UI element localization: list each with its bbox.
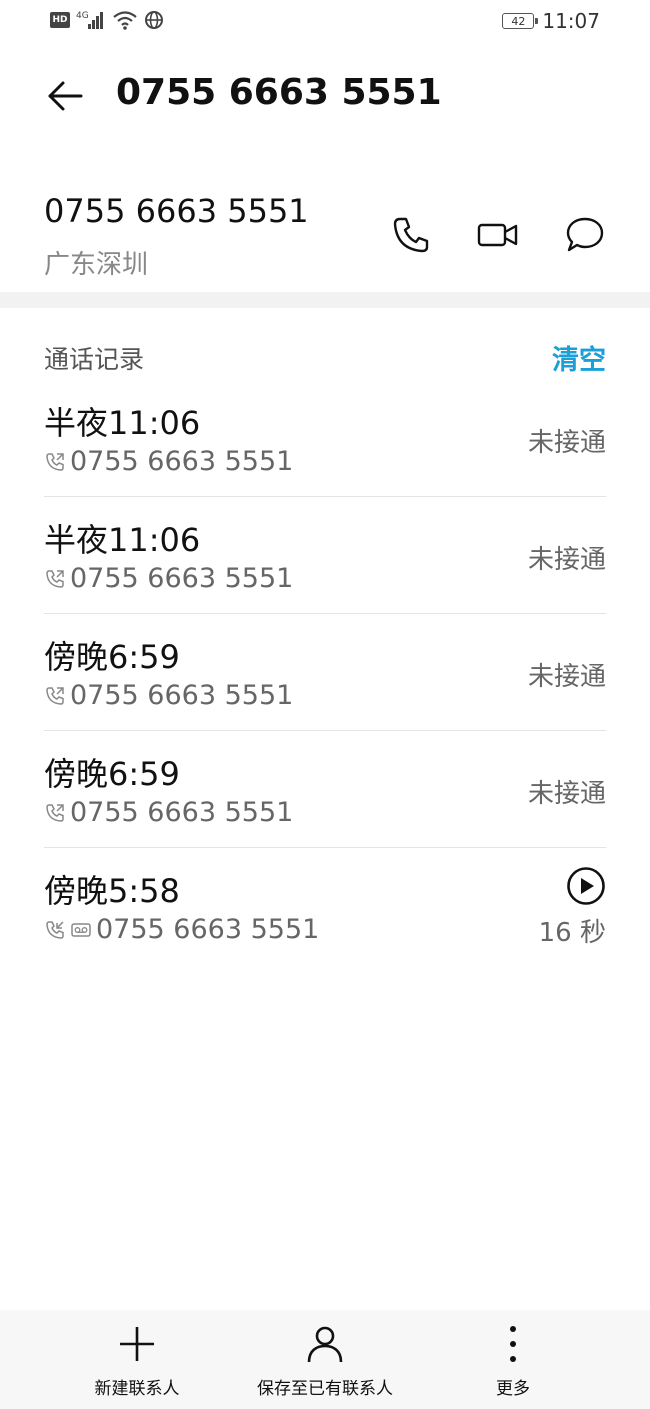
call-log-item[interactable]: 傍晚6:59 0755 6663 5551 未接通 bbox=[44, 731, 606, 848]
clear-button[interactable]: 清空 bbox=[552, 338, 606, 377]
voicemail-icon bbox=[71, 922, 91, 937]
call-time: 半夜11:06 bbox=[44, 521, 201, 559]
call-number: 0755 6663 5551 bbox=[70, 680, 294, 711]
person-icon bbox=[303, 1322, 347, 1366]
call-status: 未接通 bbox=[527, 779, 606, 809]
save-to-existing-label: 保存至已有联系人 bbox=[257, 1379, 393, 1399]
save-to-existing-contact-button[interactable]: 保存至已有联系人 bbox=[225, 1310, 425, 1409]
chat-bubble-icon bbox=[566, 217, 604, 252]
call-status: 未接通 bbox=[527, 662, 606, 692]
page-title: 0755 6663 5551 bbox=[116, 72, 442, 113]
outgoing-call-icon bbox=[46, 452, 64, 471]
call-number: 0755 6663 5551 bbox=[70, 446, 294, 477]
video-camera-icon bbox=[477, 223, 518, 247]
new-contact-button[interactable]: 新建联系人 bbox=[70, 1310, 204, 1409]
call-log-list: 半夜11:06 0755 6663 5551 未接通 半夜11:06 0755 … bbox=[44, 380, 606, 965]
phone-icon bbox=[393, 217, 429, 253]
signal-icon: 4G bbox=[76, 11, 103, 29]
call-log-header: 通话记录 清空 bbox=[0, 332, 650, 382]
new-contact-label: 新建联系人 bbox=[94, 1379, 180, 1399]
contact-card: 0755 6663 5551 广东深圳 bbox=[0, 180, 650, 292]
call-button[interactable] bbox=[386, 210, 436, 260]
outgoing-call-icon bbox=[46, 686, 64, 705]
status-clock: 11:07 bbox=[542, 9, 600, 33]
call-status: 未接通 bbox=[527, 428, 606, 458]
plus-icon bbox=[115, 1322, 159, 1366]
call-log-item[interactable]: 半夜11:06 0755 6663 5551 未接通 bbox=[44, 497, 606, 614]
more-label: 更多 bbox=[496, 1379, 530, 1399]
play-voicemail-button[interactable] bbox=[566, 866, 606, 906]
call-sub-line: 0755 6663 5551 bbox=[44, 797, 293, 828]
call-number: 0755 6663 5551 bbox=[70, 563, 294, 594]
outgoing-call-icon bbox=[46, 569, 64, 588]
wifi-icon bbox=[113, 11, 137, 30]
outgoing-call-icon bbox=[46, 803, 64, 822]
call-time: 傍晚6:59 bbox=[44, 755, 180, 793]
signal-type-label: 4G bbox=[76, 11, 89, 21]
more-button[interactable]: 更多 bbox=[463, 1310, 563, 1409]
call-duration: 16 秒 bbox=[538, 918, 606, 948]
play-icon bbox=[567, 867, 605, 905]
arrow-left-icon bbox=[48, 81, 83, 111]
video-call-button[interactable] bbox=[473, 210, 523, 260]
call-number: 0755 6663 5551 bbox=[70, 797, 294, 828]
call-time: 傍晚6:59 bbox=[44, 638, 180, 676]
status-bar: HD 4G 42 11:07 bbox=[0, 0, 650, 44]
back-button[interactable] bbox=[40, 74, 90, 118]
globe-icon bbox=[145, 11, 163, 29]
call-log-title: 通话记录 bbox=[44, 345, 145, 374]
call-sub-line: 0755 6663 5551 bbox=[44, 563, 293, 594]
bottom-action-bar: 新建联系人 保存至已有联系人 更多 bbox=[0, 1310, 650, 1409]
contact-location: 广东深圳 bbox=[44, 250, 149, 280]
message-button[interactable] bbox=[560, 210, 610, 260]
call-time: 傍晚5:58 bbox=[44, 872, 180, 910]
section-divider bbox=[0, 292, 650, 308]
hd-badge: HD bbox=[50, 12, 70, 28]
call-log-item[interactable]: 半夜11:06 0755 6663 5551 未接通 bbox=[44, 380, 606, 497]
call-sub-line: 0755 6663 5551 bbox=[44, 914, 319, 945]
call-number: 0755 6663 5551 bbox=[96, 914, 320, 945]
call-status: 未接通 bbox=[527, 545, 606, 575]
status-icons-left: HD 4G bbox=[50, 9, 164, 31]
status-icons-right: 42 11:07 bbox=[502, 9, 600, 33]
call-sub-line: 0755 6663 5551 bbox=[44, 680, 293, 711]
app-header: 0755 6663 5551 bbox=[0, 64, 650, 128]
call-sub-line: 0755 6663 5551 bbox=[44, 446, 293, 477]
call-log-item[interactable]: 傍晚5:58 0755 6663 5551 16 秒 bbox=[44, 848, 606, 965]
call-log-item[interactable]: 傍晚6:59 0755 6663 5551 未接通 bbox=[44, 614, 606, 731]
contact-number: 0755 6663 5551 bbox=[44, 192, 309, 230]
battery-icon: 42 bbox=[502, 13, 539, 29]
call-time: 半夜11:06 bbox=[44, 404, 201, 442]
incoming-call-icon bbox=[46, 920, 64, 939]
more-vertical-icon bbox=[491, 1322, 535, 1366]
